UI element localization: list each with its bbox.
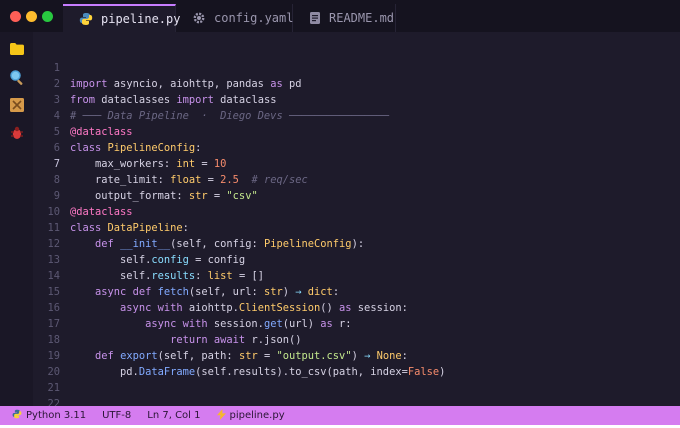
python-version-status[interactable]: Python 3.11	[0, 406, 94, 425]
code-line: 9 @dataclass	[34, 172, 680, 218]
code-line: 22	[34, 380, 680, 410]
code-line: 19 pd.DataFrame(self.results).to_csv(pat…	[34, 332, 680, 378]
code-line: 13 self.results: list = []	[34, 236, 680, 282]
current-file-status[interactable]: pipeline.py	[209, 406, 293, 425]
code-line: 17 return await r.json()	[34, 300, 680, 346]
code-line: 1 import asyncio, aiohttp, pandas as pd	[34, 44, 680, 90]
bug-icon[interactable]	[8, 124, 26, 142]
code-line: 5 class PipelineConfig:	[34, 108, 680, 154]
tab-config-yaml[interactable]: config.yaml	[176, 4, 293, 32]
title-bar: pipeline.py config.yaml README.md	[0, 0, 680, 32]
lightning-icon	[216, 408, 226, 423]
tab-label: pipeline.py	[101, 12, 181, 26]
python-icon	[79, 12, 93, 26]
code-line: 6 max_workers: int = 10	[34, 124, 680, 170]
code-line: 3 # ─── Data Pipeline · Diego Devs ─────…	[34, 76, 680, 122]
cursor-position-label: Ln 7, Col 1	[147, 410, 201, 421]
tab-label: README.md	[329, 11, 395, 25]
source-control-icon[interactable]	[8, 96, 26, 114]
code-line: 21	[34, 364, 680, 394]
code-line: 15 async with aiohttp.ClientSession() as…	[34, 268, 680, 314]
code-line: 14 async def fetch(self, url: str) → dic…	[34, 252, 680, 298]
tab-readme-md[interactable]: README.md	[293, 4, 396, 32]
encoding-status[interactable]: UTF-8	[94, 406, 139, 425]
search-icon[interactable]	[8, 68, 26, 86]
gear-icon	[192, 11, 206, 25]
editor-window: pipeline.py config.yaml README.md 1 impo…	[0, 0, 680, 425]
code-line: 11 def __init__(self, config: PipelineCo…	[34, 204, 680, 250]
python-icon	[12, 409, 22, 422]
code-line-current: 7 rate_limit: float = 2.5 # req/sec	[34, 140, 680, 186]
code-line: 10 class DataPipeline:	[34, 188, 680, 234]
maximize-window-button[interactable]	[42, 11, 53, 22]
status-bar: Python 3.11 UTF-8 Ln 7, Col 1 pipeline.p…	[0, 406, 680, 425]
tab-label: config.yaml	[214, 11, 294, 25]
code-editor[interactable]: 1 import asyncio, aiohttp, pandas as pd …	[34, 32, 680, 410]
document-icon	[309, 11, 321, 25]
code-line: 20	[34, 348, 680, 378]
code-line: 4 @dataclass	[34, 92, 680, 138]
cursor-position-status[interactable]: Ln 7, Col 1	[139, 406, 208, 425]
encoding-label: UTF-8	[102, 410, 132, 421]
code-line: 16 async with session.get(url) as r:	[34, 284, 680, 330]
code-line: 18 def export(self, path: str = "output.…	[34, 316, 680, 362]
activity-bar	[0, 32, 33, 406]
code-line: 12 self.config = config	[34, 220, 680, 266]
folder-icon[interactable]	[8, 40, 26, 58]
current-file-label: pipeline.py	[229, 410, 285, 421]
code-line: 2 from dataclasses import dataclass	[34, 60, 680, 106]
code-line: 8 output_format: str = "csv"	[34, 156, 680, 202]
python-version-label: Python 3.11	[26, 410, 87, 421]
tab-pipeline-py[interactable]: pipeline.py	[63, 4, 180, 32]
minimize-window-button[interactable]	[26, 11, 37, 22]
close-window-button[interactable]	[10, 11, 21, 22]
